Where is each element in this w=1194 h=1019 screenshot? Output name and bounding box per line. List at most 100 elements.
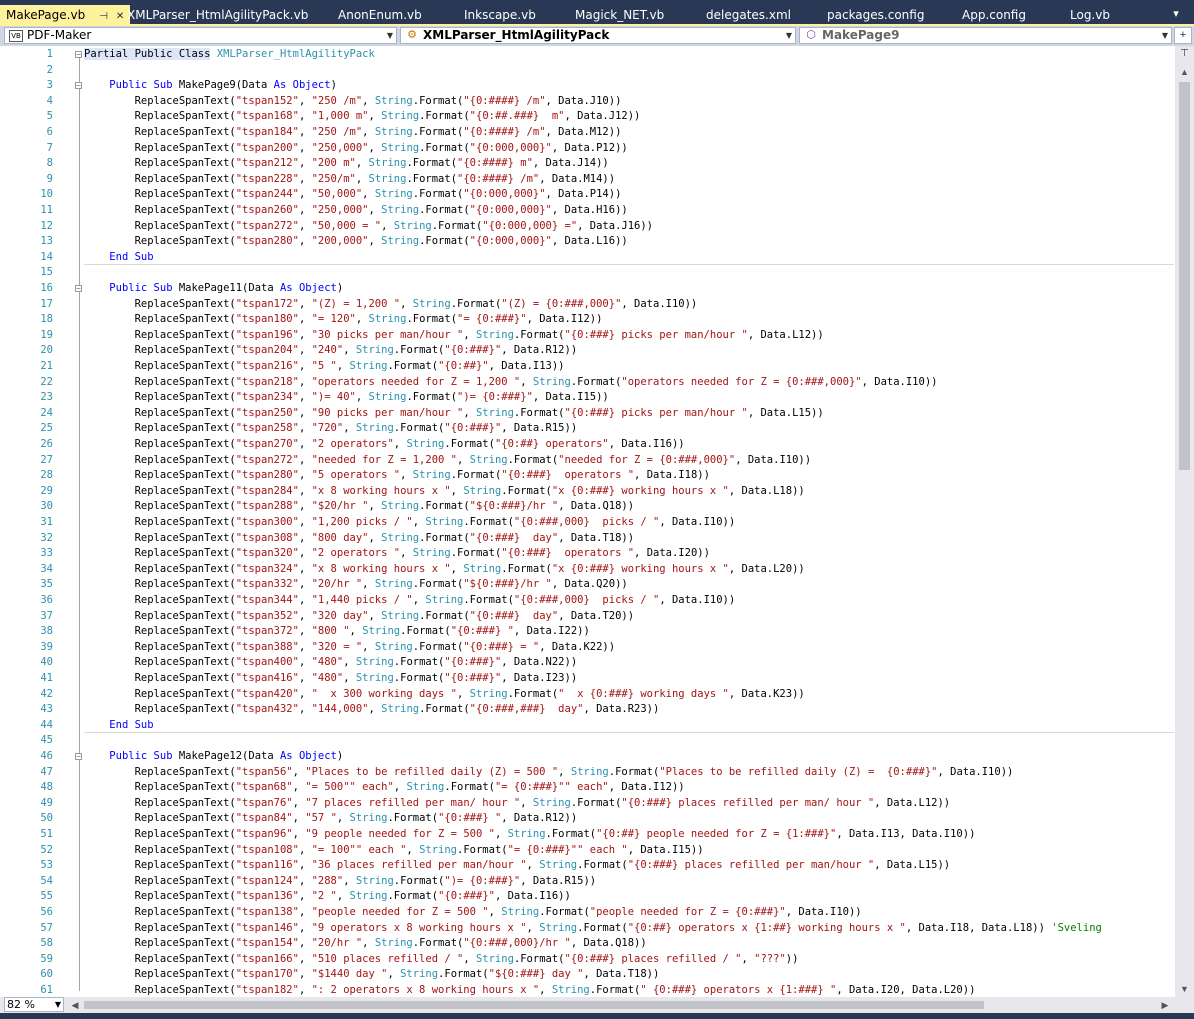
tab-xmlparser-htmlagilitypack-vb[interactable]: XMLParser_HtmlAgilityPack.vb	[127, 6, 308, 25]
line-number: 53	[40, 859, 53, 872]
line-number: 24	[40, 406, 53, 419]
code-line[interactable]: 17 ReplaceSpanText("tspan172", "(Z) = 1,…	[0, 297, 1174, 313]
code-line[interactable]: 60 ReplaceSpanText("tspan170", "$1440 da…	[0, 967, 1174, 983]
code-line[interactable]: 52 ReplaceSpanText("tspan108", "= 100"" …	[0, 843, 1174, 859]
code-line[interactable]: 3 Public Sub MakePage9(Data As Object)	[0, 78, 1174, 94]
code-text: ReplaceSpanText("tspan432", "144,000", S…	[84, 702, 660, 718]
code-line[interactable]: 55 ReplaceSpanText("tspan136", "2 ", Str…	[0, 889, 1174, 905]
code-line[interactable]: 20 ReplaceSpanText("tspan204", "240", St…	[0, 343, 1174, 359]
pin-icon[interactable]: ⊣	[99, 11, 108, 22]
code-line[interactable]: 14 End Sub	[0, 250, 1174, 266]
collapse-region-icon[interactable]: −	[75, 753, 82, 761]
scroll-up-arrow-icon[interactable]: ▲	[1175, 64, 1194, 80]
code-line[interactable]: 54 ReplaceSpanText("tspan124", "288", St…	[0, 874, 1174, 890]
code-line[interactable]: 10 ReplaceSpanText("tspan244", "50,000",…	[0, 187, 1174, 203]
code-line[interactable]: 49 ReplaceSpanText("tspan76", "7 places …	[0, 796, 1174, 812]
code-line[interactable]: 58 ReplaceSpanText("tspan154", "20/hr ",…	[0, 936, 1174, 952]
zoom-dropdown[interactable]: 82 % ▼	[4, 997, 64, 1012]
code-line[interactable]: 21 ReplaceSpanText("tspan216", "5 ", Str…	[0, 359, 1174, 375]
tab-inkscape-vb[interactable]: Inkscape.vb	[464, 6, 536, 25]
code-line[interactable]: 36 ReplaceSpanText("tspan344", "1,440 pi…	[0, 593, 1174, 609]
code-line[interactable]: 57 ReplaceSpanText("tspan146", "9 operat…	[0, 921, 1174, 937]
scroll-right-arrow-icon[interactable]: ▶	[1158, 997, 1172, 1013]
tab-overflow-dropdown-icon[interactable]: ▾	[1166, 5, 1186, 23]
close-icon[interactable]: ✕	[116, 11, 124, 22]
horizontal-scroll-thumb[interactable]	[84, 1001, 984, 1009]
code-line[interactable]: 59 ReplaceSpanText("tspan166", "510 plac…	[0, 952, 1174, 968]
code-line[interactable]: 32 ReplaceSpanText("tspan308", "800 day"…	[0, 531, 1174, 547]
code-line[interactable]: 33 ReplaceSpanText("tspan320", "2 operat…	[0, 546, 1174, 562]
code-editor[interactable]: 1 Partial Public Class XMLParser_HtmlAgil…	[0, 46, 1194, 997]
code-line[interactable]: 8 ReplaceSpanText("tspan212", "200 m", S…	[0, 156, 1174, 172]
code-line[interactable]: 29 ReplaceSpanText("tspan284", "x 8 work…	[0, 484, 1174, 500]
code-token: .Format(	[412, 188, 464, 201]
code-line[interactable]: 39 ReplaceSpanText("tspan388", "320 = ",…	[0, 640, 1174, 656]
collapse-region-icon[interactable]: −	[75, 285, 82, 293]
code-line[interactable]: 53 ReplaceSpanText("tspan116", "36 place…	[0, 858, 1174, 874]
code-line[interactable]: 13 ReplaceSpanText("tspan280", "200,000"…	[0, 234, 1174, 250]
tab-magick-net-vb[interactable]: Magick_NET.vb	[575, 6, 664, 25]
code-token: ,	[298, 141, 312, 154]
vertical-scroll-thumb[interactable]	[1179, 82, 1190, 470]
code-line[interactable]: 15	[0, 265, 1174, 281]
code-line[interactable]: 56 ReplaceSpanText("tspan138", "people n…	[0, 905, 1174, 921]
code-line[interactable]: 18 ReplaceSpanText("tspan180", "= 120", …	[0, 312, 1174, 328]
code-line[interactable]: 47 ReplaceSpanText("tspan56", "Places to…	[0, 765, 1174, 781]
code-line[interactable]: 23 ReplaceSpanText("tspan234", ")= 40", …	[0, 390, 1174, 406]
code-line[interactable]: 16 Public Sub MakePage11(Data As Object)	[0, 281, 1174, 297]
code-line[interactable]: 30 ReplaceSpanText("tspan288", "$20/hr "…	[0, 499, 1174, 515]
code-line[interactable]: 5 ReplaceSpanText("tspan168", "1,000 m",…	[0, 109, 1174, 125]
code-line[interactable]: 46 Public Sub MakePage12(Data As Object)	[0, 749, 1174, 765]
code-line[interactable]: 34 ReplaceSpanText("tspan324", "x 8 work…	[0, 562, 1174, 578]
code-line[interactable]: 40 ReplaceSpanText("tspan400", "480", St…	[0, 655, 1174, 671]
tab-label: AnonEnum.vb	[338, 8, 422, 22]
code-line[interactable]: 38 ReplaceSpanText("tspan372", "800 ", S…	[0, 624, 1174, 640]
code-line[interactable]: 41 ReplaceSpanText("tspan416", "480", St…	[0, 671, 1174, 687]
tab-packages-config[interactable]: packages.config	[827, 6, 924, 25]
code-line[interactable]: 6 ReplaceSpanText("tspan184", "250 /m", …	[0, 125, 1174, 141]
code-line[interactable]: 45	[0, 733, 1174, 749]
code-line[interactable]: 4 ReplaceSpanText("tspan152", "250 /m", …	[0, 94, 1174, 110]
scroll-left-arrow-icon[interactable]: ◀	[68, 997, 82, 1013]
code-line[interactable]: 44 End Sub	[0, 718, 1174, 734]
split-window-icon[interactable]: +	[1174, 27, 1192, 44]
code-line[interactable]: 50 ReplaceSpanText("tspan84", "57 ", Str…	[0, 811, 1174, 827]
collapse-region-icon[interactable]: −	[75, 51, 82, 59]
scroll-down-arrow-icon[interactable]: ▼	[1175, 981, 1194, 997]
code-line[interactable]: 9 ReplaceSpanText("tspan228", "250/m", S…	[0, 172, 1174, 188]
code-line[interactable]: 27 ReplaceSpanText("tspan272", "needed f…	[0, 453, 1174, 469]
code-line[interactable]: 12 ReplaceSpanText("tspan272", "50,000 =…	[0, 219, 1174, 235]
code-line[interactable]: 35 ReplaceSpanText("tspan332", "20/hr ",…	[0, 577, 1174, 593]
tab-log-vb[interactable]: Log.vb	[1070, 6, 1110, 25]
tab-delegates-xml[interactable]: delegates.xml	[706, 6, 791, 25]
class-dropdown[interactable]: ⚙ XMLParser_HtmlAgilityPack ▼	[400, 27, 796, 44]
code-line[interactable]: 7 ReplaceSpanText("tspan200", "250,000",…	[0, 141, 1174, 157]
code-line[interactable]: 31 ReplaceSpanText("tspan300", "1,200 pi…	[0, 515, 1174, 531]
code-line[interactable]: 25 ReplaceSpanText("tspan258", "720", St…	[0, 421, 1174, 437]
code-line[interactable]: 28 ReplaceSpanText("tspan280", "5 operat…	[0, 468, 1174, 484]
collapse-region-icon[interactable]: −	[75, 82, 82, 90]
code-line[interactable]: 42 ReplaceSpanText("tspan420", " x 300 w…	[0, 687, 1174, 703]
code-text: ReplaceSpanText("tspan124", "288", Strin…	[84, 874, 597, 890]
line-number: 26	[40, 438, 53, 450]
code-token: String	[469, 687, 508, 700]
project-dropdown[interactable]: VB PDF-Maker ▼	[4, 27, 397, 44]
tab-makepage-vb[interactable]: MakePage.vb ⊣ ✕	[0, 5, 131, 25]
tab-anonenum-vb[interactable]: AnonEnum.vb	[338, 6, 422, 25]
code-line[interactable]: 2	[0, 63, 1174, 79]
code-line[interactable]: 37 ReplaceSpanText("tspan352", "320 day"…	[0, 609, 1174, 625]
code-line[interactable]: 48 ReplaceSpanText("tspan68", "= 500"" e…	[0, 780, 1174, 796]
code-line[interactable]: 51 ReplaceSpanText("tspan96", "9 people …	[0, 827, 1174, 843]
code-line[interactable]: 11 ReplaceSpanText("tspan260", "250,000"…	[0, 203, 1174, 219]
vertical-scrollbar[interactable]: ⊤ ▲ ▼	[1175, 46, 1194, 997]
code-line[interactable]: 26 ReplaceSpanText("tspan270", "2 operat…	[0, 437, 1174, 453]
code-line[interactable]: 61 ReplaceSpanText("tspan182", ": 2 oper…	[0, 983, 1174, 997]
code-line[interactable]: 1 Partial Public Class XMLParser_HtmlAgil…	[0, 47, 1174, 63]
member-dropdown[interactable]: ⬡ MakePage9 ▼	[799, 27, 1172, 44]
tab-app-config[interactable]: App.config	[962, 6, 1026, 25]
code-line[interactable]: 19 ReplaceSpanText("tspan196", "30 picks…	[0, 328, 1174, 344]
code-line[interactable]: 22 ReplaceSpanText("tspan218", "operator…	[0, 375, 1174, 391]
code-line[interactable]: 24 ReplaceSpanText("tspan250", "90 picks…	[0, 406, 1174, 422]
code-line[interactable]: 43 ReplaceSpanText("tspan432", "144,000"…	[0, 702, 1174, 718]
splitter-icon[interactable]: ⊤	[1175, 47, 1194, 61]
